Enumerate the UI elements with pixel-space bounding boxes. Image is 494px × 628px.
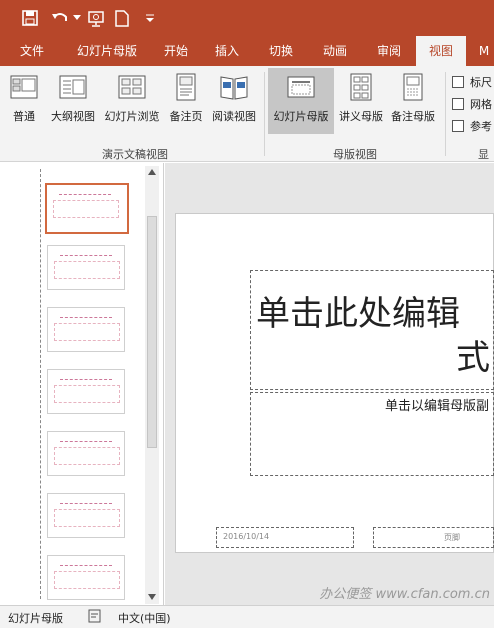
- gridlines-checkbox[interactable]: 网格: [452, 96, 492, 112]
- ribbon: 普通 大纲视图 幻灯片浏览 备注页 阅读视图 演示文稿视图 幻灯片母版 讲义母版…: [0, 66, 494, 162]
- handout-master-icon: [350, 73, 372, 101]
- thumb-content-box: [54, 571, 120, 589]
- normal-view-button[interactable]: 普通: [4, 68, 44, 134]
- handout-master-label: 讲义母版: [339, 110, 383, 123]
- outline-view-button[interactable]: 大纲视图: [48, 68, 98, 134]
- footer-placeholder[interactable]: 页脚: [373, 527, 494, 548]
- master-views-group-label: 母版视图: [333, 148, 377, 161]
- notes-page-icon: [176, 73, 196, 101]
- show-group-label: 显: [478, 148, 489, 161]
- thumb-title-line: [59, 194, 111, 198]
- thumb-content-box: [54, 323, 120, 341]
- thumb-title-line: [60, 565, 112, 569]
- notes-page-button[interactable]: 备注页: [165, 68, 207, 134]
- tab-file[interactable]: 文件: [8, 36, 56, 66]
- tab-animations[interactable]: 动画: [314, 36, 356, 66]
- presentation-views-group-label: 演示文稿视图: [102, 148, 168, 161]
- slide-sorter-icon: [118, 75, 146, 99]
- thumb-title-line: [60, 441, 112, 445]
- thumbnail-layout[interactable]: [47, 431, 125, 476]
- subtitle-text: 单击以编辑母版副: [385, 399, 490, 414]
- thumb-content-box: [54, 509, 120, 527]
- save-icon[interactable]: [18, 7, 42, 29]
- notes-master-label: 备注母版: [391, 110, 435, 123]
- thumbnail-layout[interactable]: [47, 493, 125, 538]
- thumbnail-layout[interactable]: [47, 307, 125, 352]
- group-divider: [264, 72, 265, 156]
- slide-master-button[interactable]: 幻灯片母版: [268, 68, 334, 134]
- checkbox-box[interactable]: [452, 98, 464, 110]
- gridlines-label: 网格: [470, 98, 492, 111]
- date-placeholder[interactable]: 2016/10/14: [216, 527, 354, 548]
- thumbnail-layout[interactable]: [47, 369, 125, 414]
- tab-home[interactable]: 开始: [155, 36, 197, 66]
- group-divider: [445, 72, 446, 156]
- thumb-title-line: [60, 503, 112, 507]
- thumb-content-box: [54, 261, 120, 279]
- watermark: 办公便签 www.cfan.com.cn: [319, 587, 490, 602]
- slide-sorter-button[interactable]: 幻灯片浏览: [101, 68, 163, 134]
- notes-master-button[interactable]: 备注母版: [387, 68, 439, 134]
- normal-view-icon: [10, 75, 38, 99]
- tab-slide-master[interactable]: 幻灯片母版: [66, 36, 148, 66]
- present-from-start-icon[interactable]: [85, 7, 107, 29]
- reading-view-button[interactable]: 阅读视图: [208, 68, 260, 134]
- ruler-label: 标尺: [470, 76, 492, 89]
- ribbon-tabs: 文件 幻灯片母版 开始 插入 切换 动画 审阅 视图 M: [0, 36, 494, 66]
- outline-view-icon: [59, 75, 87, 99]
- outline-view-label: 大纲视图: [51, 110, 95, 123]
- title-line-2: 式: [456, 338, 490, 378]
- thumb-title-line: [60, 255, 112, 259]
- undo-icon[interactable]: [48, 7, 72, 29]
- notes-master-icon: [403, 73, 423, 101]
- ruler-checkbox[interactable]: 标尺: [452, 74, 492, 90]
- reading-view-icon: [220, 76, 248, 100]
- thumb-title-line: [60, 317, 112, 321]
- slide-master-icon: [287, 76, 315, 98]
- thumb-content-box: [54, 385, 120, 403]
- customize-qat-icon[interactable]: [143, 7, 157, 29]
- thumb-content-box: [53, 200, 119, 218]
- tab-transitions[interactable]: 切换: [260, 36, 302, 66]
- tab-more[interactable]: M: [474, 36, 494, 66]
- scroll-down-icon[interactable]: [148, 594, 156, 600]
- status-bar: 幻灯片母版 中文(中国): [0, 605, 494, 628]
- new-file-icon[interactable]: [112, 7, 132, 29]
- thumb-title-line: [60, 379, 112, 383]
- quick-access-toolbar: [0, 0, 494, 36]
- scrollbar-thumb[interactable]: [147, 216, 157, 448]
- slide-thumbnail-pane[interactable]: [0, 163, 164, 605]
- notes-icon[interactable]: [88, 609, 102, 626]
- reading-view-label: 阅读视图: [212, 110, 256, 123]
- slide-master-label: 幻灯片母版: [273, 110, 329, 123]
- handout-master-button[interactable]: 讲义母版: [336, 68, 386, 134]
- tab-insert[interactable]: 插入: [206, 36, 248, 66]
- thumbnail-master[interactable]: [45, 183, 129, 234]
- tab-review[interactable]: 审阅: [366, 36, 412, 66]
- thumbnail-layout[interactable]: [47, 555, 125, 600]
- checkbox-box[interactable]: [452, 76, 464, 88]
- slide-sorter-label: 幻灯片浏览: [104, 110, 160, 123]
- checkbox-box[interactable]: [452, 120, 464, 132]
- view-indicator: 幻灯片母版: [8, 612, 63, 625]
- normal-view-label: 普通: [13, 110, 35, 123]
- title-text: 单击此处编辑 式: [256, 292, 494, 380]
- notes-page-label: 备注页: [169, 110, 203, 123]
- title-line-1: 单击此处编辑: [256, 294, 460, 334]
- scroll-up-icon[interactable]: [148, 169, 156, 175]
- undo-dropdown-icon[interactable]: [72, 7, 82, 29]
- tab-view[interactable]: 视图: [416, 36, 466, 66]
- thumbnail-layout[interactable]: [47, 245, 125, 290]
- guides-checkbox[interactable]: 参考: [452, 118, 492, 134]
- language-indicator[interactable]: 中文(中国): [118, 610, 171, 626]
- thumb-content-box: [54, 447, 120, 465]
- guides-label: 参考: [470, 120, 492, 133]
- layout-group-line: [40, 169, 41, 599]
